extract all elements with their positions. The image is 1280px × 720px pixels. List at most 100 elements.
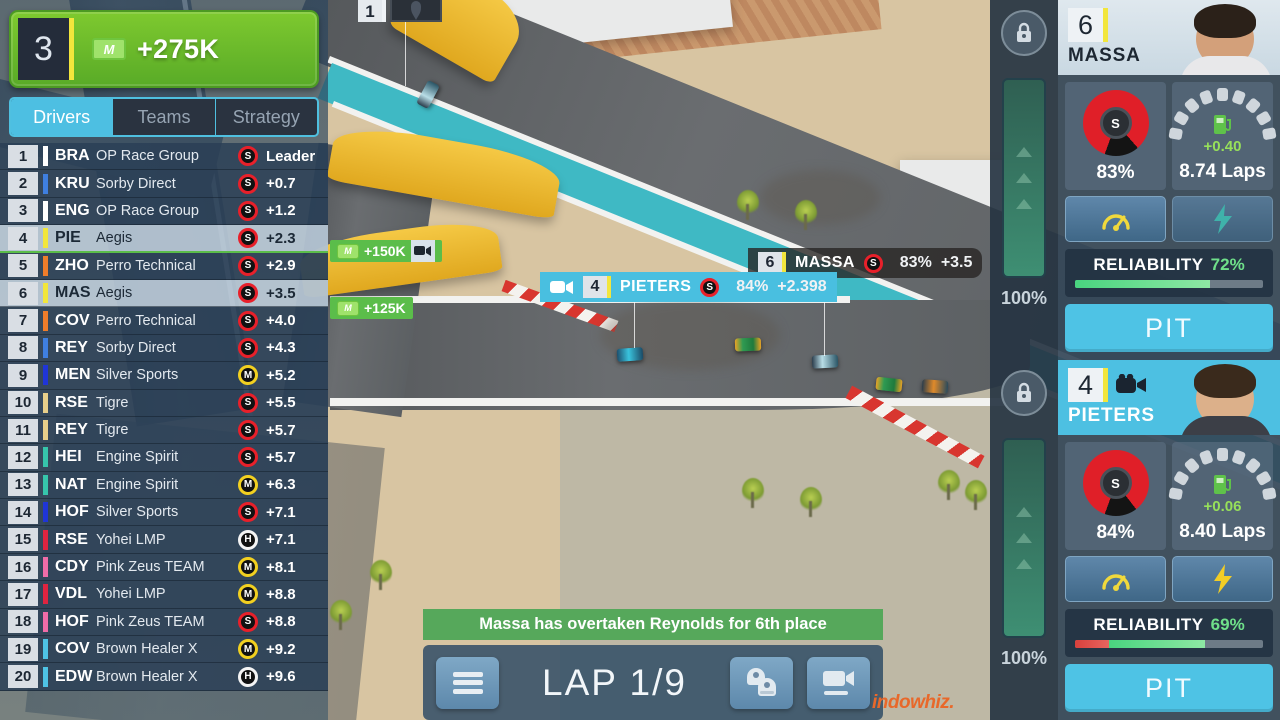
ers-boost-icon <box>1213 564 1232 595</box>
driver-position: 10 <box>8 391 38 415</box>
driver-team: Yohei LMP <box>96 531 166 548</box>
menu-button[interactable] <box>436 656 499 709</box>
driver-abbreviation: MAS <box>55 284 91 302</box>
driver-position: 16 <box>8 555 38 579</box>
track-driver-marker[interactable]: 1 <box>358 0 442 22</box>
camera-icon[interactable] <box>1116 374 1150 396</box>
ers-energy-bar[interactable] <box>1002 78 1046 278</box>
driver-team: Sorby Direct <box>96 339 176 356</box>
driver-position: 4 <box>8 226 38 250</box>
watermark: indowhiz. <box>872 692 955 714</box>
table-row[interactable]: 18 HOF Pink Zeus TEAM S +8.8 <box>0 608 328 637</box>
driver-gap: +2.3 <box>266 229 296 247</box>
tyre-compound-icon: S <box>238 283 258 304</box>
camera-button[interactable] <box>807 656 870 709</box>
car-label-tyre-pct: 84% <box>736 278 769 295</box>
tyre-stat-box[interactable]: S 83% <box>1065 82 1166 191</box>
table-row[interactable]: 11 REY Tigre S +5.7 <box>0 416 328 445</box>
tab-strategy[interactable]: Strategy <box>216 99 317 135</box>
pit-button[interactable]: PIT <box>1065 664 1273 712</box>
reliability-value: 69% <box>1210 615 1245 635</box>
player-position: 3 <box>18 18 74 80</box>
table-row[interactable]: 13 NAT Engine Spirit M +6.3 <box>0 471 328 500</box>
table-row[interactable]: 17 VDL Yohei LMP M +8.8 <box>0 581 328 609</box>
driver-abbreviation: HEI <box>55 448 82 466</box>
lock-icon[interactable] <box>1001 370 1047 416</box>
driver-abbreviation: BRA <box>55 147 90 165</box>
reliability-bar <box>1075 280 1263 289</box>
table-row[interactable]: 6 MAS Aegis S +3.5 <box>0 279 328 308</box>
tyre-compound-icon: S <box>863 253 883 273</box>
table-row[interactable]: 14 HOF Silver Sports S +7.1 <box>0 499 328 527</box>
table-row[interactable]: 3 ENG OP Race Group S +1.2 <box>0 197 328 226</box>
driver-standings-list[interactable]: 1 BRA OP Race Group S Leader 2 KRU Sorby Direct… <box>0 143 328 691</box>
ers-arrow-icon <box>1016 559 1032 569</box>
race-car <box>921 379 949 394</box>
ers-energy-bar[interactable] <box>1002 438 1046 638</box>
driver-position: 20 <box>8 665 38 689</box>
track-car-label[interactable]: 4 PIETERS S 84% +2.398 <box>540 272 837 302</box>
table-row[interactable]: 5 ZHO Perro Technical S +2.9 <box>0 252 328 280</box>
driver-gap: +4.0 <box>266 312 296 330</box>
driver-portrait <box>1172 0 1280 76</box>
driver-stats: S 84% +0.06 8.40 Laps <box>1058 435 1280 551</box>
table-row[interactable]: 12 HEI Engine Spirit S +5.7 <box>0 444 328 472</box>
driver-position: 19 <box>8 637 38 661</box>
driver-position: 17 <box>8 582 38 606</box>
driver-team: Brown Healer X <box>96 668 198 685</box>
camera-icon[interactable] <box>410 240 435 262</box>
tyre-compound-label: S <box>1099 467 1132 500</box>
standings-tabs: Drivers Teams Strategy <box>9 97 319 137</box>
tab-drivers[interactable]: Drivers <box>11 99 114 135</box>
lock-icon[interactable] <box>1001 10 1047 56</box>
driver-team: Perro Technical <box>96 312 196 329</box>
driver-abbreviation: HOF <box>55 612 89 630</box>
ers-boost-icon <box>1213 204 1232 235</box>
table-row[interactable]: 2 KRU Sorby Direct S +0.7 <box>0 170 328 198</box>
table-row[interactable]: 1 BRA OP Race Group S Leader <box>0 143 328 171</box>
driver-team: Pink Zeus TEAM <box>96 613 205 630</box>
tab-teams[interactable]: Teams <box>113 99 216 135</box>
driver-position: 18 <box>8 610 38 634</box>
car-label-tyre-pct: 83% <box>899 254 932 271</box>
boost-button[interactable] <box>1172 196 1273 243</box>
driver-abbreviation: COV <box>55 311 90 329</box>
driver-team: Brown Healer X <box>96 641 198 658</box>
driver-control-sidebar: 100% 6 MASSA S 83% +0.40 8.74 Laps RELIABILITY 7… <box>990 0 1280 720</box>
tyre-compound-icon: S <box>700 277 720 297</box>
driver-abbreviation: ZHO <box>55 256 89 274</box>
table-row[interactable]: 16 CDY Pink Zeus TEAM M +8.1 <box>0 553 328 582</box>
driver-card-header: 4 PIETERS <box>1058 360 1280 436</box>
table-row[interactable]: 4 PIE Aegis S +2.3 <box>0 225 328 253</box>
ers-column: 100% <box>990 360 1058 720</box>
driver-gap: +3.5 <box>266 284 296 302</box>
palm-tree <box>795 200 817 230</box>
driver-position: 15 <box>8 528 38 552</box>
table-row[interactable]: 8 REY Sorby Direct S +4.3 <box>0 334 328 363</box>
driver-team: Aegis <box>96 285 133 302</box>
table-row[interactable]: 7 COV Perro Technical S +4.0 <box>0 307 328 335</box>
table-row[interactable]: 10 RSE Tigre S +5.5 <box>0 389 328 417</box>
pace-button[interactable] <box>1065 556 1166 603</box>
tyre-stat-box[interactable]: S 84% <box>1065 442 1166 551</box>
fuel-stat-box[interactable]: +0.06 8.40 Laps <box>1167 442 1277 551</box>
driver-position: 13 <box>8 473 38 497</box>
table-row[interactable]: 15 RSE Yohei LMP H +7.1 <box>0 526 328 554</box>
driver-abbreviation: PIE <box>55 229 81 247</box>
boost-button[interactable] <box>1172 556 1273 603</box>
pace-button[interactable] <box>1065 196 1166 243</box>
fuel-stat-box[interactable]: +0.40 8.74 Laps <box>1167 82 1277 191</box>
driver-portrait <box>1172 360 1280 436</box>
table-row[interactable]: 20 EDW Brown Healer X H +9.6 <box>0 663 328 691</box>
table-row[interactable]: 19 COV Brown Healer X M +9.2 <box>0 636 328 664</box>
driver-position: 14 <box>8 500 38 524</box>
tyre-compound-icon: H <box>238 529 258 550</box>
palm-tree <box>742 478 764 508</box>
table-row[interactable]: 9 MEN Silver Sports M +5.2 <box>0 362 328 390</box>
driver-team: Tigre <box>96 394 129 411</box>
palm-tree <box>737 190 759 220</box>
driver-helmets-button[interactable] <box>730 656 793 709</box>
driver-team: Aegis <box>96 230 133 247</box>
driver-abbreviation: MEN <box>55 366 91 384</box>
pit-button[interactable]: PIT <box>1065 304 1273 352</box>
